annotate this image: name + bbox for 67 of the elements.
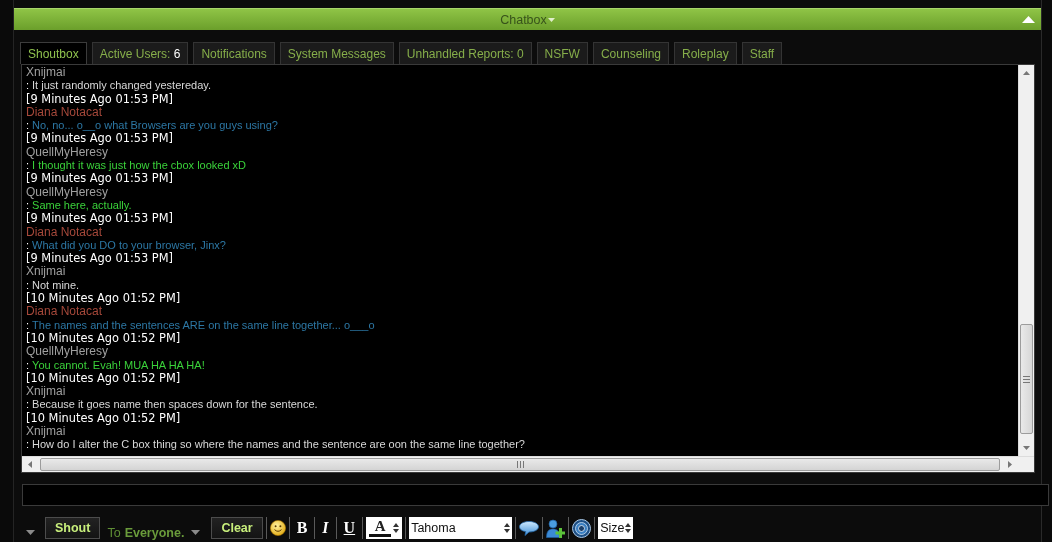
scrollbar-corner	[1018, 456, 1034, 472]
font-color-picker[interactable]: A	[366, 517, 403, 539]
scroll-thumb[interactable]	[40, 458, 1000, 471]
user-add-icon[interactable]	[546, 518, 566, 538]
caret-down-icon[interactable]	[191, 529, 201, 535]
tab[interactable]: Roleplay	[674, 42, 737, 64]
chatbox-title: Chatbox	[500, 11, 547, 29]
scroll-thumb[interactable]	[1020, 324, 1033, 434]
shout-button[interactable]: Shout	[45, 517, 101, 539]
updown-icon	[504, 523, 511, 533]
tab[interactable]: Unhandled Reports: 0	[398, 42, 532, 64]
timestamp: [10 Minutes Ago 01:52 PM]	[26, 331, 182, 346]
underline-button[interactable]: U	[339, 518, 360, 538]
timestamp: [9 Minutes Ago 01:53 PM]	[26, 252, 174, 266]
italic-button[interactable]: I	[318, 518, 333, 538]
timestamp: [10 Minutes Ago 01:52 PM]	[26, 292, 182, 306]
updown-icon	[625, 523, 632, 533]
username: QuellMyHeresy	[26, 145, 109, 160]
horizontal-scrollbar[interactable]	[22, 456, 1018, 472]
chat-message: : You cannot. Evah! MUA HA HA HA!	[26, 358, 206, 372]
username: Diana Notacat	[26, 305, 103, 319]
caret-down-icon[interactable]	[26, 529, 35, 535]
collapse-icon[interactable]	[1022, 16, 1035, 23]
grip-icon	[516, 461, 524, 468]
timestamp: [9 Minutes Ago 01:53 PM]	[26, 92, 174, 106]
chat-message: : No, no... o__o what Browsers are you guys using?	[26, 119, 279, 132]
tab[interactable]: Notifications	[193, 42, 275, 64]
size-select[interactable]: Size	[598, 517, 634, 539]
timestamp: [9 Minutes Ago 01:53 PM]	[26, 212, 174, 226]
tab[interactable]: Counseling	[592, 42, 669, 64]
username: Xnijmai	[26, 265, 67, 279]
chat-message: : I thought it was just how the cbox looked xD	[26, 159, 248, 173]
tab[interactable]: NSFW	[536, 42, 588, 64]
timestamp: [10 Minutes Ago 01:52 PM]	[26, 411, 182, 425]
recipient-prefix: To	[107, 526, 121, 540]
username: Diana Notacat	[26, 105, 103, 120]
timestamp: [10 Minutes Ago 01:52 PM]	[26, 371, 182, 386]
timestamp: [9 Minutes Ago 01:53 PM]	[26, 132, 174, 146]
username: QuellMyHeresy	[26, 185, 109, 199]
chat-message: : The names and the sentences ARE on the same line together... o___o	[26, 318, 376, 332]
speaker-icon[interactable]	[572, 518, 592, 538]
message-input[interactable]	[22, 484, 1049, 506]
chat-message: : Because it goes name then spaces down for the sentence.	[26, 398, 319, 412]
username: Xnijmai	[26, 425, 67, 439]
chat-message: : What did you DO to your browser, Jinx?	[26, 238, 227, 252]
font-select[interactable]: Tahoma	[409, 517, 513, 539]
clear-button[interactable]: Clear	[211, 517, 263, 539]
chat-message: : It just randomly changed yestereday.	[26, 79, 212, 93]
tab[interactable]: Shoutbox	[20, 42, 87, 64]
smiley-icon[interactable]	[269, 520, 286, 536]
vertical-scrollbar[interactable]	[1018, 65, 1034, 456]
tab[interactable]: Staff	[741, 42, 783, 64]
chat-message: : How do I alter the C box thing so where the names and the sentence are oon the same line together?	[26, 438, 526, 452]
chat-message: : Not mine.	[26, 278, 81, 292]
bold-button[interactable]: B	[292, 518, 312, 538]
recipient-selector[interactable]: Everyone.	[124, 526, 185, 540]
chat-message: : Same here, actually.	[26, 198, 133, 212]
speech-bubble-icon[interactable]	[519, 520, 540, 536]
timestamp: [9 Minutes Ago 01:53 PM]	[26, 172, 174, 186]
tab[interactable]: System Messages	[279, 42, 394, 64]
tab[interactable]: Active Users: 6	[91, 42, 189, 64]
username: QuellMyHeresy	[26, 345, 109, 359]
updown-icon	[393, 523, 400, 533]
username: Xnijmai	[26, 66, 67, 80]
grip-icon	[1023, 375, 1030, 383]
username: Diana Notacat	[26, 225, 103, 239]
username: Xnijmai	[26, 385, 67, 399]
